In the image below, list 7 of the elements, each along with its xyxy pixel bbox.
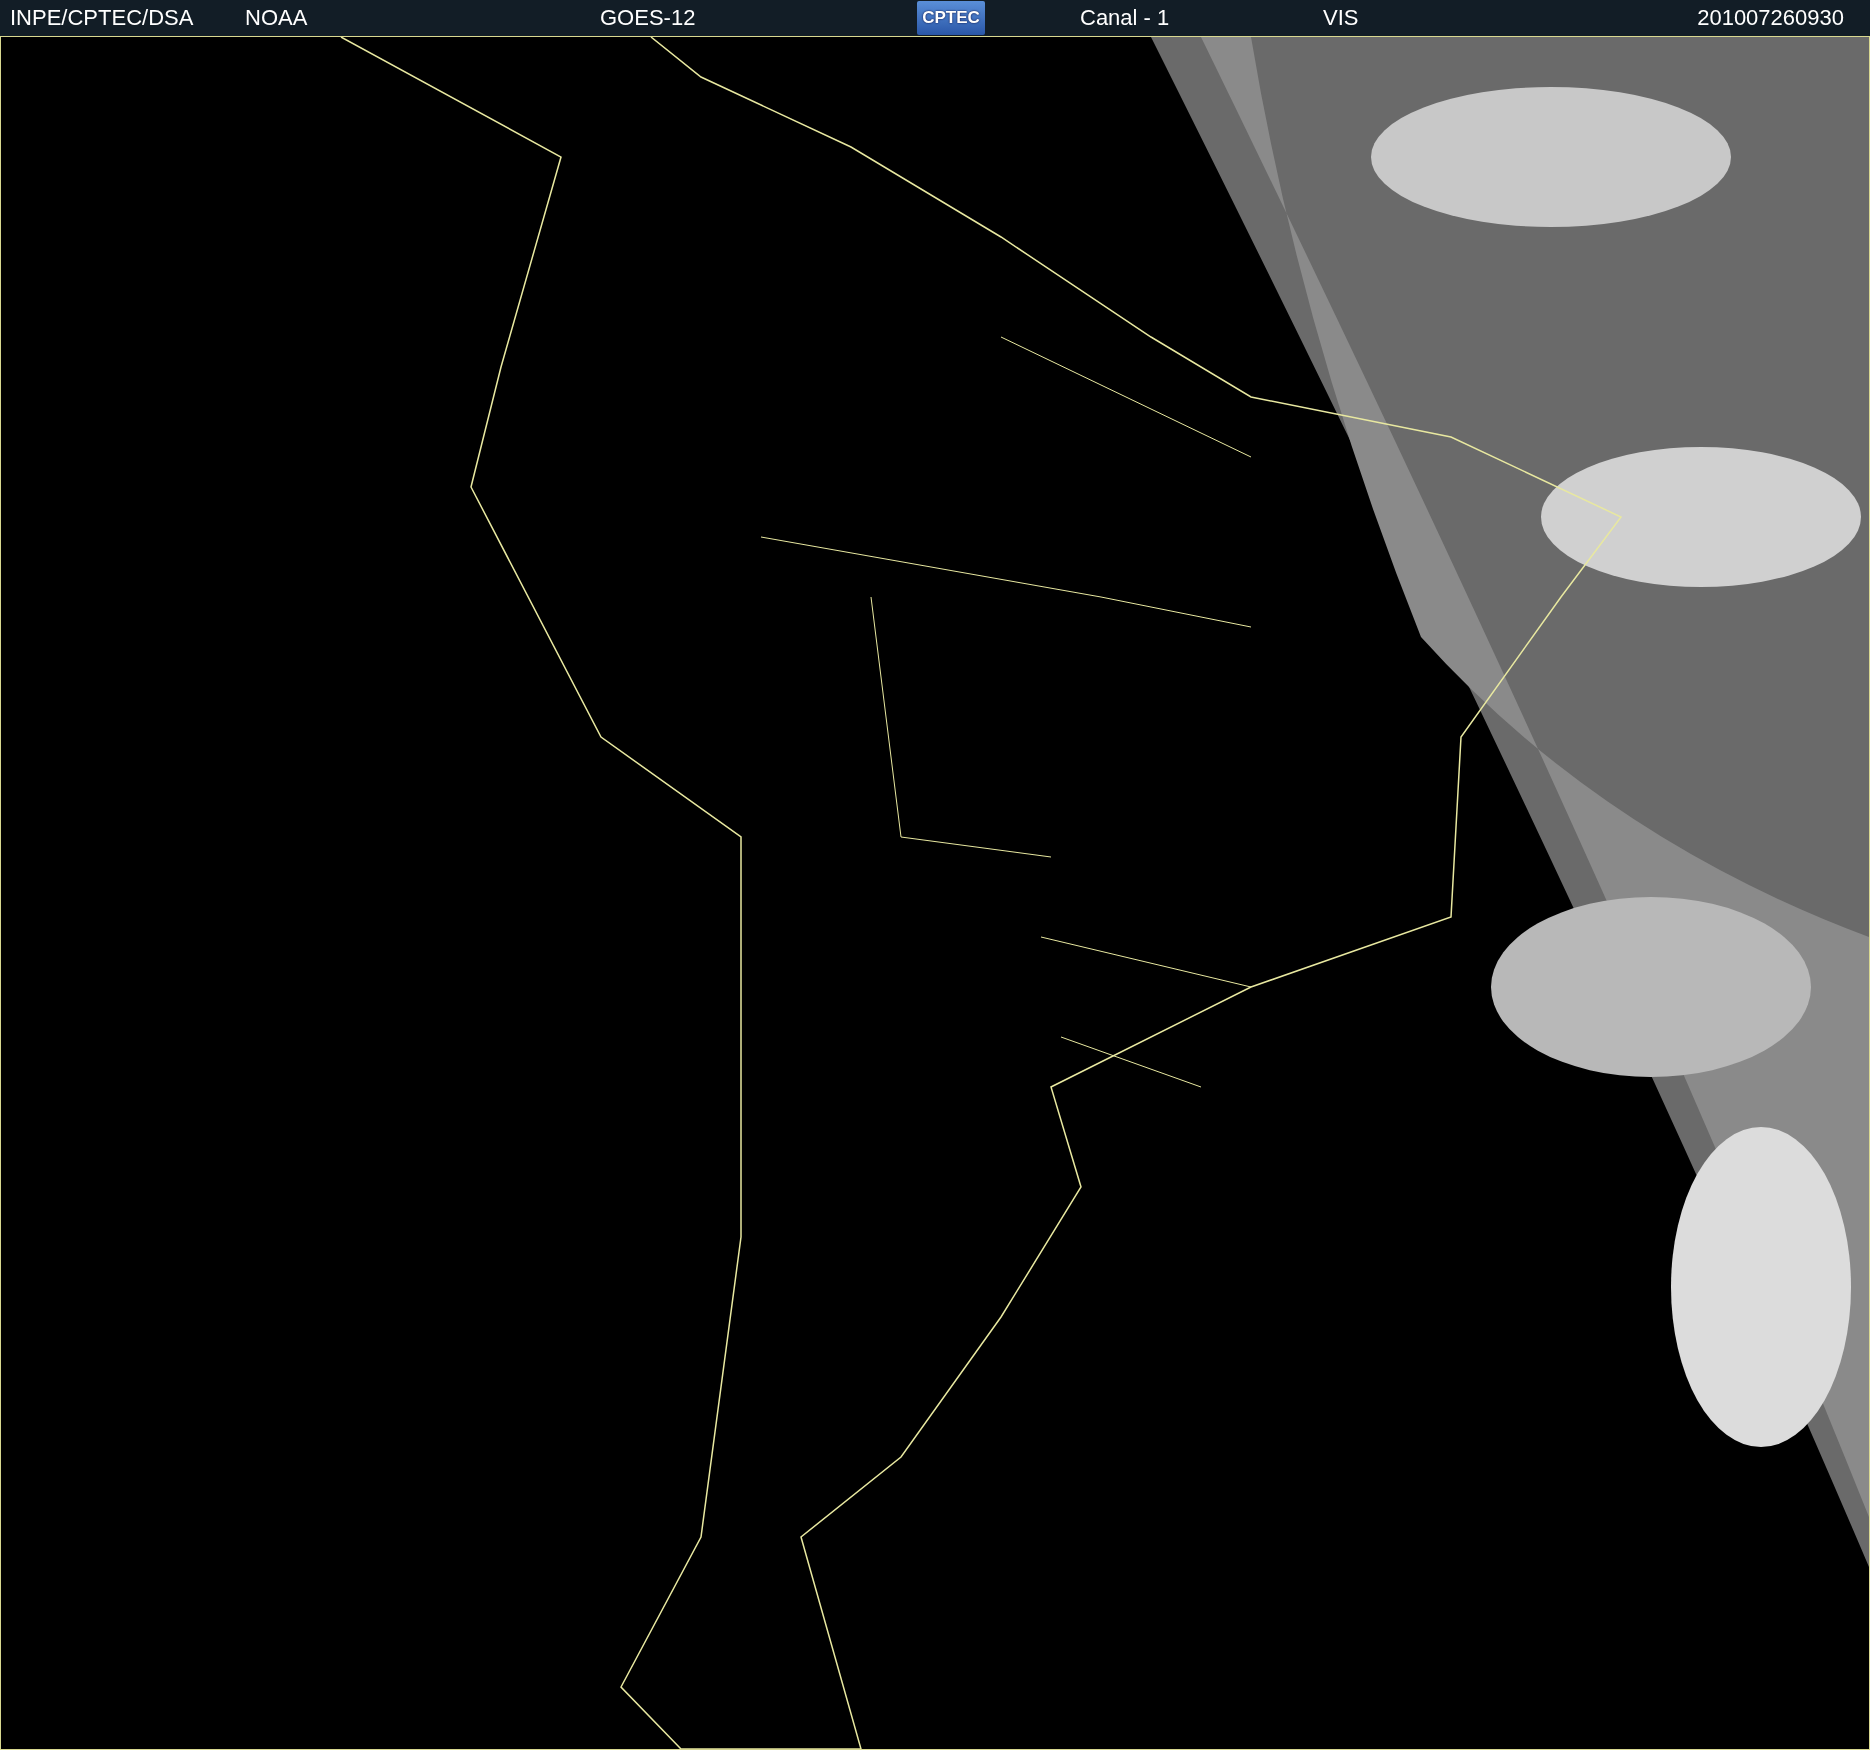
- satellite-label: GOES-12: [600, 5, 697, 31]
- source-label: INPE/CPTEC/DSA: [10, 5, 195, 31]
- logo: CPTEC: [917, 1, 985, 35]
- agency-label: NOAA: [245, 5, 309, 31]
- band-label: VIS: [1323, 5, 1360, 31]
- timestamp-label: 201007260930: [1697, 5, 1844, 31]
- channel-label: Canal - 1: [1080, 5, 1171, 31]
